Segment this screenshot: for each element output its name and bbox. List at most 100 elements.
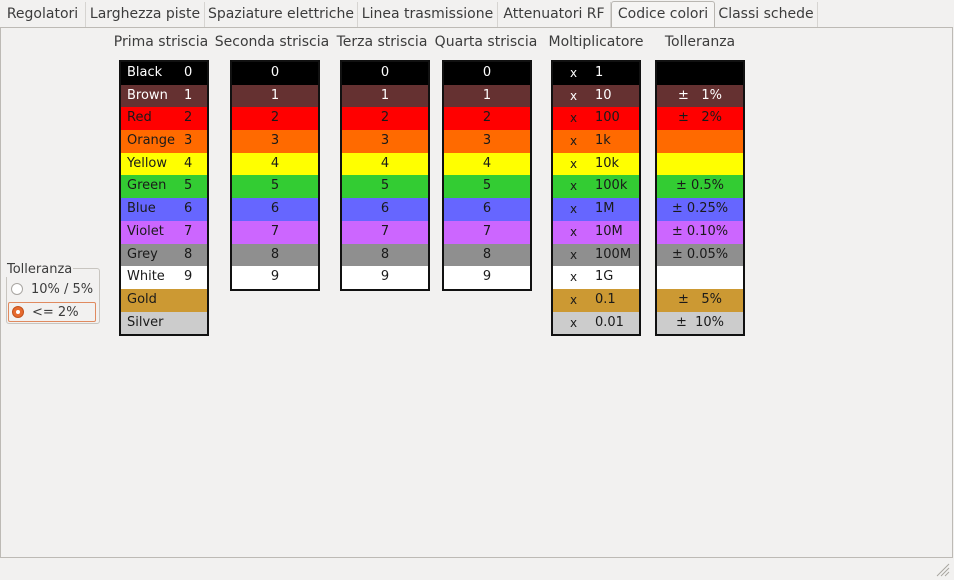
tolerance-gold[interactable]: ± 5% <box>657 288 743 312</box>
third-band-green[interactable]: 5 <box>342 175 428 199</box>
multiplier-value: 1M <box>595 201 615 217</box>
tolerance-brown[interactable]: ± 1% <box>657 84 743 108</box>
tolerance-silver[interactable]: ± 10% <box>657 311 743 335</box>
radio-tolerance-le-2[interactable]: <= 2% <box>8 302 96 322</box>
third-band-blue[interactable]: 6 <box>342 198 428 221</box>
tab-larghezza-piste[interactable]: Larghezza piste <box>86 2 205 27</box>
multiplier-orange[interactable]: x 1k <box>553 130 639 153</box>
multiplier-grey[interactable]: x 100M <box>553 243 639 267</box>
multiplier-gold[interactable]: x 0.1 <box>553 288 639 312</box>
second-band-blue[interactable]: 6 <box>232 198 318 221</box>
multiplier-value: 1G <box>595 269 614 285</box>
multiplier-black[interactable]: x1 <box>553 62 639 85</box>
third-band-grey[interactable]: 8 <box>342 243 428 267</box>
multiply-sign: x <box>570 66 578 80</box>
second-band-orange[interactable]: 3 <box>232 130 318 153</box>
header-tolerance: Tolleranza <box>664 34 736 50</box>
color-digit: 2 <box>184 110 193 126</box>
fourth-band-white[interactable]: 9 <box>444 266 530 289</box>
header-first-band: Prima striscia <box>113 34 209 50</box>
tolerance-blue[interactable]: ± 0.25% <box>657 198 743 221</box>
second-band-red[interactable]: 2 <box>232 107 318 131</box>
fourth-band-black[interactable]: 0 <box>444 62 530 85</box>
band-digit: 5 <box>270 178 280 194</box>
tab-regolatori[interactable]: Regolatori <box>0 2 86 27</box>
tab-linea-trasmissione[interactable]: Linea trasmissione <box>358 2 498 27</box>
band-digit: 0 <box>482 65 492 80</box>
tolerance-white[interactable] <box>657 266 743 289</box>
tolerance-value: ± 0.5% <box>675 178 725 194</box>
second-band-brown[interactable]: 1 <box>232 84 318 108</box>
second-band-white[interactable]: 9 <box>232 266 318 289</box>
fourth-band-yellow[interactable]: 4 <box>444 152 530 176</box>
fourth-band-blue[interactable]: 6 <box>444 198 530 221</box>
header-third-band: Terza striscia <box>336 34 428 50</box>
second-band-column: 0 1 2 3 4 5 6 7 8 9 <box>230 60 320 291</box>
tab-spaziature-elettriche[interactable]: Spaziature elettriche <box>205 2 358 27</box>
tab-classi-schede[interactable]: Classi schede <box>715 2 818 27</box>
band-digit: 6 <box>482 201 492 217</box>
multiplier-blue[interactable]: x 1M <box>553 198 639 221</box>
multiply-sign: x <box>570 224 578 239</box>
third-band-white[interactable]: 9 <box>342 266 428 289</box>
fourth-band-grey[interactable]: 8 <box>444 243 530 267</box>
color-name: Red <box>127 110 152 126</box>
third-band-violet[interactable]: 7 <box>342 220 428 244</box>
multiplier-green[interactable]: x 100k <box>553 175 639 199</box>
second-band-violet[interactable]: 7 <box>232 220 318 244</box>
multiplier-yellow[interactable]: x 10k <box>553 152 639 176</box>
multiplier-brown[interactable]: x 10 <box>553 84 639 108</box>
tolerance-red[interactable]: ± 2% <box>657 107 743 131</box>
third-band-yellow[interactable]: 4 <box>342 152 428 176</box>
first-band-white[interactable]: White 9 <box>121 266 207 289</box>
multiplier-white[interactable]: x 1G <box>553 266 639 289</box>
band-digit: 6 <box>270 201 280 217</box>
third-band-brown[interactable]: 1 <box>342 84 428 108</box>
band-digit: 4 <box>482 155 492 171</box>
tab-codice-colori[interactable]: Codice colori <box>611 1 715 29</box>
first-band-gold[interactable]: Gold <box>121 288 207 312</box>
fourth-band-green[interactable]: 5 <box>444 175 530 199</box>
band-digit: 7 <box>482 223 492 239</box>
fourth-band-red[interactable]: 2 <box>444 107 530 131</box>
first-band-black[interactable]: Black 0 <box>121 62 207 85</box>
fourth-band-brown[interactable]: 1 <box>444 84 530 108</box>
first-band-brown[interactable]: Brown 1 <box>121 84 207 108</box>
fourth-band-violet[interactable]: 7 <box>444 220 530 244</box>
multiplier-violet[interactable]: x 10M <box>553 220 639 244</box>
second-band-yellow[interactable]: 4 <box>232 152 318 176</box>
tolerance-black[interactable] <box>657 62 743 85</box>
first-band-silver[interactable]: Silver <box>121 311 207 335</box>
radio-button-icon[interactable] <box>11 283 23 295</box>
tolerance-grey[interactable]: ± 0.05% <box>657 243 743 267</box>
fourth-band-orange[interactable]: 3 <box>444 130 530 153</box>
third-band-orange[interactable]: 3 <box>342 130 428 153</box>
first-band-green[interactable]: Green 5 <box>121 175 207 199</box>
band-digit: 0 <box>380 65 390 80</box>
first-band-violet[interactable]: Violet 7 <box>121 220 207 244</box>
second-band-grey[interactable]: 8 <box>232 243 318 267</box>
first-band-yellow[interactable]: Yellow 4 <box>121 152 207 176</box>
multiply-sign: x <box>570 270 578 285</box>
first-band-orange[interactable]: Orange 3 <box>121 130 207 153</box>
multiplier-value: 100 <box>595 110 620 126</box>
third-band-red[interactable]: 2 <box>342 107 428 131</box>
tolerance-yellow[interactable] <box>657 152 743 176</box>
tolerance-violet[interactable]: ± 0.10% <box>657 220 743 244</box>
multiplier-silver[interactable]: x 0.01 <box>553 311 639 335</box>
resize-grip-icon[interactable] <box>934 561 950 577</box>
radio-button-selected-icon[interactable] <box>12 306 24 318</box>
first-band-blue[interactable]: Blue 6 <box>121 198 207 221</box>
tab-attenuatori-rf[interactable]: Attenuatori RF <box>498 2 611 27</box>
multiplier-red[interactable]: x 100 <box>553 107 639 131</box>
color-digit: 8 <box>184 246 193 262</box>
third-band-black[interactable]: 0 <box>342 62 428 85</box>
tolerance-orange[interactable] <box>657 130 743 153</box>
tolerance-green[interactable]: ± 0.5% <box>657 175 743 199</box>
color-digit: 9 <box>184 269 193 285</box>
first-band-grey[interactable]: Grey 8 <box>121 243 207 267</box>
second-band-black[interactable]: 0 <box>232 62 318 85</box>
second-band-green[interactable]: 5 <box>232 175 318 199</box>
first-band-red[interactable]: Red 2 <box>121 107 207 131</box>
header-second-band: Seconda striscia <box>214 34 330 50</box>
